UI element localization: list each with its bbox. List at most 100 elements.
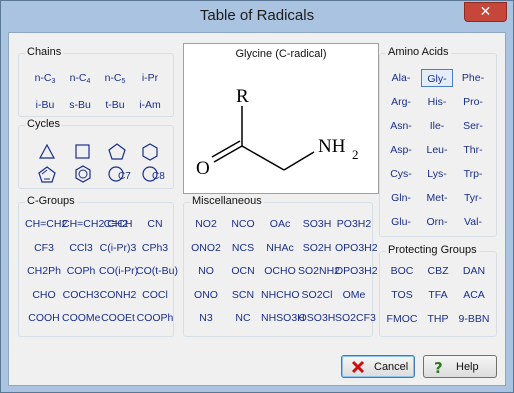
- misc-radical-button[interactable]: OAc: [261, 215, 299, 233]
- cgroup-radical-button[interactable]: CCl3: [62, 239, 100, 257]
- protecting-group-button[interactable]: FMOC: [385, 310, 419, 328]
- help-button[interactable]: ? Help: [423, 355, 497, 378]
- misc-radical-button[interactable]: SO2H: [298, 239, 336, 257]
- misc-radical-button[interactable]: NC: [224, 309, 262, 327]
- cgroup-radical-button[interactable]: CO(t-Bu): [136, 262, 178, 280]
- misc-radical-button[interactable]: NHAc: [261, 239, 299, 257]
- amino-acid-button[interactable]: Gln-: [385, 189, 417, 207]
- amino-acid-button[interactable]: Ala-: [385, 69, 417, 87]
- cgroup-radical-button[interactable]: C≡CH: [99, 215, 137, 233]
- cgroup-radical-button[interactable]: C(i-Pr)3: [99, 239, 137, 257]
- c7-ring-icon[interactable]: C7: [107, 165, 137, 183]
- cgroup-radical-button[interactable]: COOMe: [62, 309, 101, 327]
- chain-radical-button[interactable]: t-Bu: [97, 96, 133, 114]
- misc-radical-button[interactable]: SO2CF3: [335, 309, 376, 327]
- protecting-group-button[interactable]: ACA: [457, 286, 491, 304]
- cgroup-radical-button[interactable]: CO(i-Pr): [99, 262, 138, 280]
- misc-radical-button[interactable]: OPO3H2: [335, 262, 378, 280]
- protecting-group-button[interactable]: DAN: [457, 262, 491, 280]
- chain-radical-button[interactable]: i-Pr: [132, 69, 168, 87]
- chain-radical-button[interactable]: i-Bu: [27, 96, 63, 114]
- misc-radical-button[interactable]: PO3H2: [335, 215, 373, 233]
- misc-radical-button[interactable]: NHSO3H: [261, 309, 305, 327]
- misc-radical-button[interactable]: NCS: [224, 239, 262, 257]
- cgroup-radical-button[interactable]: CN: [136, 215, 174, 233]
- misc-radical-button[interactable]: OCN: [224, 262, 262, 280]
- amino-acid-button[interactable]: Asn-: [385, 117, 417, 135]
- cancel-button[interactable]: Cancel: [341, 355, 415, 378]
- amino-acid-button[interactable]: His-: [421, 93, 453, 111]
- amino-acid-button[interactable]: Leu-: [421, 141, 453, 159]
- misc-radical-button[interactable]: SO3H: [298, 215, 336, 233]
- chain-radical-button[interactable]: i-Am: [132, 96, 168, 114]
- cgroup-radical-button[interactable]: CF3: [25, 239, 63, 257]
- cgroup-radical-button[interactable]: COCH3: [62, 286, 100, 304]
- misc-radical-button[interactable]: OMe: [335, 286, 373, 304]
- cgroup-radical-button[interactable]: COPh: [62, 262, 100, 280]
- chain-radical-button[interactable]: s-Bu: [62, 96, 98, 114]
- cycles-group-label: Cycles: [25, 118, 63, 130]
- protecting-group-button[interactable]: 9-BBN: [457, 310, 491, 328]
- amino-acid-button[interactable]: Glu-: [385, 213, 417, 231]
- misc-radical-button[interactable]: OCHO: [261, 262, 299, 280]
- misc-radical-button[interactable]: SCN: [224, 286, 262, 304]
- cgroup-radical-button[interactable]: CH2Ph: [25, 262, 63, 280]
- amino-acid-button[interactable]: Pro-: [457, 93, 489, 111]
- cgroup-radical-button[interactable]: CHO: [25, 286, 63, 304]
- misc-radical-button[interactable]: SO2NH2: [298, 262, 340, 280]
- protecting-group-button[interactable]: TOS: [385, 286, 419, 304]
- title-bar[interactable]: Table of Radicals ✕: [1, 1, 513, 32]
- close-button[interactable]: ✕: [464, 2, 507, 22]
- misc-radical-button[interactable]: N3: [187, 309, 225, 327]
- amino-acid-button[interactable]: Thr-: [457, 141, 489, 159]
- amino-acid-button[interactable]: Arg-: [385, 93, 417, 111]
- amino-acid-button[interactable]: Ile-: [421, 117, 453, 135]
- c8-ring-icon[interactable]: C8: [141, 165, 171, 183]
- amine-label: NH: [318, 136, 346, 157]
- misc-radical-button[interactable]: SO2Cl: [298, 286, 336, 304]
- cgroup-radical-button[interactable]: CH=CH2: [25, 215, 67, 233]
- misc-radical-button[interactable]: ONO2: [187, 239, 225, 257]
- protecting-group-button[interactable]: THP: [421, 310, 455, 328]
- misc-radical-button[interactable]: ONO: [187, 286, 225, 304]
- amino-acid-button[interactable]: Phe-: [457, 69, 489, 87]
- benzene-icon[interactable]: [75, 165, 91, 183]
- protecting-group-button[interactable]: TFA: [421, 286, 455, 304]
- misc-radical-button[interactable]: OPO3H2: [335, 239, 378, 257]
- amino-acid-button[interactable]: Orn-: [421, 213, 453, 231]
- cgroup-radical-button[interactable]: CPh3: [136, 239, 174, 257]
- protecting-group-button[interactable]: CBZ: [421, 262, 455, 280]
- amino-acid-button[interactable]: Gly-: [421, 69, 453, 87]
- amino-acid-button[interactable]: Met-: [421, 189, 453, 207]
- misc-radical-button[interactable]: NO2: [187, 215, 225, 233]
- amino-acid-button[interactable]: Val-: [457, 213, 489, 231]
- cgroup-radical-button[interactable]: CH=CH2 CH2: [62, 215, 128, 233]
- amino-acid-button[interactable]: Lys-: [421, 165, 453, 183]
- chain-radical-button[interactable]: n-C4: [62, 69, 98, 87]
- cgroup-radical-button[interactable]: COOH: [25, 309, 63, 327]
- hexagon-icon[interactable]: [142, 143, 158, 161]
- cgroup-radical-button[interactable]: COOPh: [136, 309, 174, 327]
- amino-acid-button[interactable]: Trp-: [457, 165, 489, 183]
- square-icon[interactable]: [75, 144, 90, 159]
- cgroup-radical-button[interactable]: CONH2: [99, 286, 137, 304]
- misc-radical-button[interactable]: OSO3H: [298, 309, 336, 327]
- misc-radical-button[interactable]: NCO: [224, 215, 262, 233]
- chain-radical-button[interactable]: n-C5: [97, 69, 133, 87]
- cyclopentadiene-icon[interactable]: [38, 166, 56, 183]
- amino-acid-button[interactable]: Cys-: [385, 165, 417, 183]
- misc-radical-button[interactable]: NO: [187, 262, 225, 280]
- oxygen-label: O: [196, 158, 210, 179]
- triangle-icon[interactable]: [39, 144, 55, 159]
- cgroup-radical-button[interactable]: COCl: [136, 286, 174, 304]
- cgroup-radical-button[interactable]: COOEt: [99, 309, 137, 327]
- misc-radical-button[interactable]: NHCHO: [261, 286, 300, 304]
- amino-acid-button[interactable]: Asp-: [385, 141, 417, 159]
- help-label: Help: [456, 361, 479, 373]
- protecting-group-button[interactable]: BOC: [385, 262, 419, 280]
- amino-acid-button[interactable]: Tyr-: [457, 189, 489, 207]
- amino-acid-button[interactable]: Ser-: [457, 117, 489, 135]
- pentagon-icon[interactable]: [108, 143, 126, 160]
- chain-radical-button[interactable]: n-C3: [27, 69, 63, 87]
- cgroups-group-label: C-Groups: [25, 195, 77, 207]
